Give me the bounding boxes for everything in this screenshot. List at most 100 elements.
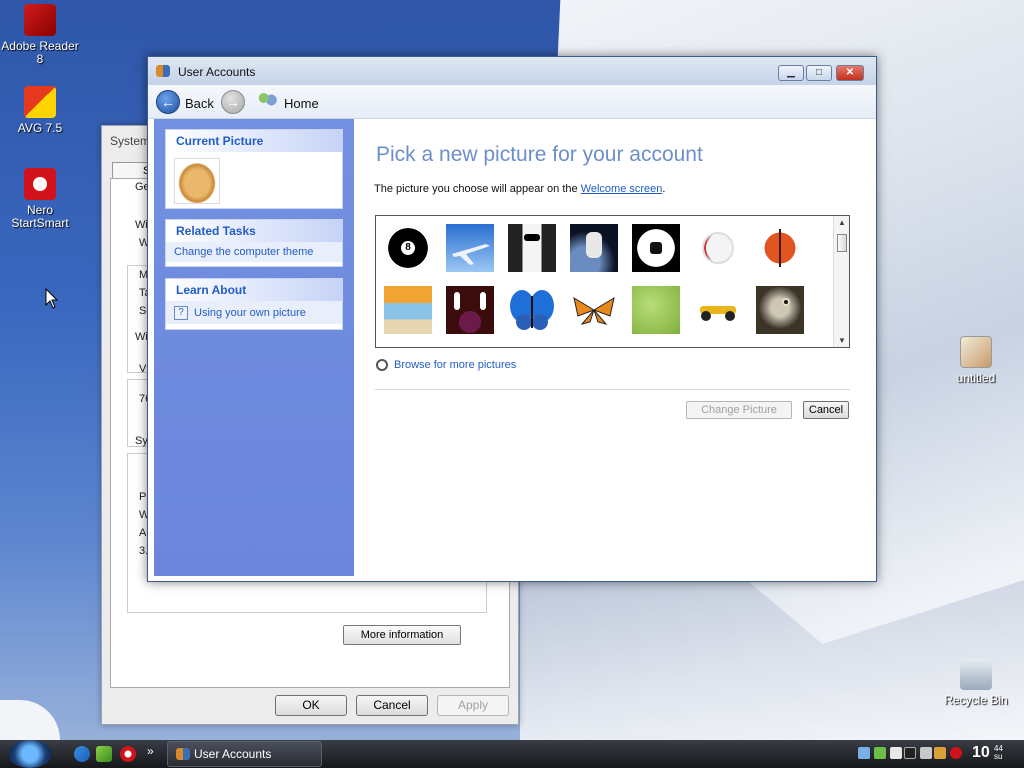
browse-more-pictures-link[interactable]: Browse for more pictures bbox=[376, 359, 516, 372]
chevron-right-icon[interactable]: » bbox=[147, 744, 154, 758]
scroll-up-icon[interactable]: ▲ bbox=[838, 218, 846, 227]
desktop-icon-nero[interactable]: Nero StartSmart bbox=[0, 168, 80, 230]
change-picture-button[interactable]: Change Picture bbox=[686, 401, 792, 419]
baseball-icon bbox=[702, 232, 734, 264]
picture-blue-butterfly[interactable] bbox=[508, 286, 556, 334]
bow-tie-icon bbox=[524, 234, 540, 241]
basketball-icon bbox=[779, 229, 781, 267]
start-button[interactable] bbox=[8, 740, 52, 768]
tray-icon[interactable] bbox=[904, 747, 916, 759]
butterfly-icon bbox=[510, 290, 554, 330]
internet-explorer-icon[interactable] bbox=[74, 746, 90, 762]
adobe-reader-icon bbox=[24, 4, 56, 36]
image-file-icon bbox=[960, 336, 992, 368]
forward-arrow-icon[interactable]: → bbox=[221, 90, 245, 114]
picture-grid-scrollbar[interactable]: ▲ ▼ bbox=[833, 216, 849, 347]
divider bbox=[375, 389, 850, 390]
taskbar: » User Accounts 10 44 su bbox=[0, 740, 1024, 768]
apply-button[interactable]: Apply bbox=[437, 695, 509, 716]
mouse-cursor-icon bbox=[45, 288, 59, 309]
nero-icon bbox=[24, 168, 56, 200]
title-bar[interactable]: User Accounts ▁ □ ✕ bbox=[148, 57, 876, 85]
close-button[interactable]: ✕ bbox=[836, 65, 864, 81]
recycle-bin-icon bbox=[960, 658, 992, 690]
navigation-bar: ← Back → Home bbox=[148, 85, 876, 119]
maximize-button[interactable]: □ bbox=[806, 65, 832, 81]
using-own-picture-link[interactable]: Using your own picture bbox=[194, 307, 306, 319]
airplane-icon bbox=[452, 244, 490, 265]
picture-green-leaf[interactable] bbox=[632, 286, 680, 334]
clock-minutes[interactable]: 44 su bbox=[994, 745, 1003, 761]
users-home-icon[interactable] bbox=[256, 91, 278, 111]
user-accounts-window[interactable]: User Accounts ▁ □ ✕ ← Back → Home Curren… bbox=[147, 56, 877, 582]
volume-icon[interactable] bbox=[920, 747, 932, 759]
picture-bowling[interactable] bbox=[446, 286, 494, 334]
window-title: User Accounts bbox=[178, 65, 256, 79]
change-theme-link[interactable]: Change the computer theme bbox=[174, 246, 334, 258]
clock-hour[interactable]: 10 bbox=[972, 744, 990, 762]
eight-ball-number-icon: 8 bbox=[401, 241, 415, 255]
page-title: Pick a new picture for your account bbox=[376, 143, 703, 166]
back-arrow-icon[interactable]: ← bbox=[156, 90, 180, 114]
desktop-icon-untitled[interactable]: untitled bbox=[936, 336, 1016, 385]
astronaut-icon bbox=[586, 232, 602, 258]
tray-icon[interactable] bbox=[890, 747, 902, 759]
picture-baseball[interactable] bbox=[694, 224, 742, 272]
welcome-screen-link[interactable]: Welcome screen bbox=[581, 183, 663, 195]
picture-beach-chairs[interactable] bbox=[384, 286, 432, 334]
text-fragment: Wi bbox=[135, 331, 148, 343]
cancel-button[interactable]: Cancel bbox=[803, 401, 849, 419]
avg-icon bbox=[24, 86, 56, 118]
current-picture-heading: Current Picture bbox=[166, 130, 342, 152]
bowling-pin-icon bbox=[480, 292, 486, 310]
nero-quicklaunch-icon[interactable] bbox=[120, 746, 136, 762]
picture-orange-butterfly[interactable] bbox=[570, 286, 618, 334]
back-button[interactable]: Back bbox=[185, 96, 214, 111]
current-picture-box: Current Picture bbox=[165, 129, 343, 209]
owl-eye-icon bbox=[782, 298, 790, 306]
picture-airplane[interactable] bbox=[446, 224, 494, 272]
picture-tuxedo[interactable] bbox=[508, 224, 556, 272]
show-desktop-icon[interactable] bbox=[96, 746, 112, 762]
more-information-button[interactable]: More information bbox=[343, 625, 461, 645]
cancel-button[interactable]: Cancel bbox=[356, 695, 428, 716]
user-accounts-icon bbox=[156, 65, 170, 77]
butterfly-icon bbox=[573, 296, 615, 325]
current-account-picture bbox=[174, 158, 220, 204]
scroll-down-icon[interactable]: ▼ bbox=[838, 336, 846, 345]
picture-soccer-ball[interactable] bbox=[632, 224, 680, 272]
bowling-pin-icon bbox=[454, 292, 460, 310]
scroll-thumb[interactable] bbox=[837, 234, 847, 252]
ok-button[interactable]: OK bbox=[275, 695, 347, 716]
picture-race-car[interactable] bbox=[694, 286, 742, 334]
magnifier-icon bbox=[376, 359, 388, 372]
network-icon[interactable] bbox=[858, 747, 870, 759]
desktop-icon-avg[interactable]: AVG 7.5 bbox=[0, 86, 80, 135]
desktop-icon-label: Recycle Bin bbox=[944, 693, 1008, 707]
desktop-icon-label: AVG 7.5 bbox=[17, 121, 63, 135]
security-icon[interactable] bbox=[874, 747, 886, 759]
minimize-button[interactable]: ▁ bbox=[778, 65, 804, 81]
help-icon: ? bbox=[174, 305, 188, 320]
alert-icon[interactable] bbox=[950, 747, 962, 759]
picture-astronaut[interactable] bbox=[570, 224, 618, 272]
home-link[interactable]: Home bbox=[284, 96, 319, 111]
main-content: Pick a new picture for your account The … bbox=[354, 119, 876, 581]
desktop-wallpaper-snow bbox=[0, 700, 60, 740]
picture-8-ball[interactable]: 8 bbox=[384, 224, 432, 272]
learn-about-heading: Learn About bbox=[166, 279, 342, 301]
taskbar-button-user-accounts[interactable]: User Accounts bbox=[167, 741, 322, 767]
picture-owl[interactable] bbox=[756, 286, 804, 334]
related-tasks-heading: Related Tasks bbox=[166, 220, 342, 242]
desktop-icon-recycle-bin[interactable]: Recycle Bin bbox=[936, 658, 1016, 707]
window-title: System bbox=[110, 134, 151, 148]
picture-basketball[interactable] bbox=[756, 224, 804, 272]
learn-about-box: Learn About ? Using your own picture bbox=[165, 278, 343, 330]
desktop-icon-label: Nero StartSmart bbox=[11, 203, 69, 230]
picture-grid[interactable]: 8 ▲ ▼ bbox=[375, 215, 850, 348]
user-accounts-icon bbox=[176, 748, 190, 760]
soccer-ball-icon bbox=[650, 242, 662, 254]
race-car-icon bbox=[700, 306, 736, 321]
desktop-icon-adobe-reader[interactable]: Adobe Reader 8 bbox=[0, 4, 80, 66]
tray-icon[interactable] bbox=[934, 747, 946, 759]
